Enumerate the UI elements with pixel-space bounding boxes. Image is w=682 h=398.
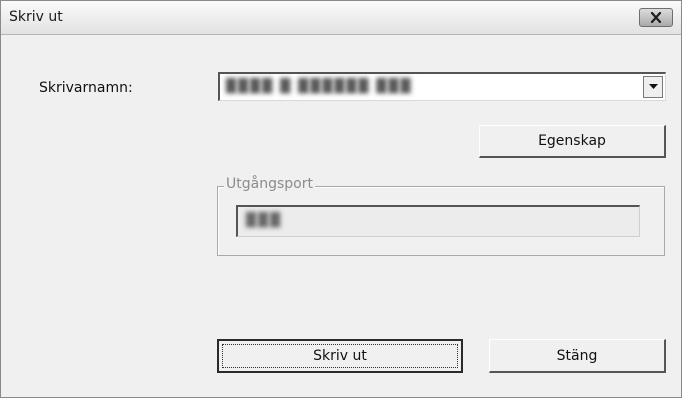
printer-name-value: ████ █ ██████ ███	[226, 79, 413, 94]
output-port-group: Utgångsport ███	[217, 176, 665, 256]
dropdown-toggle[interactable]	[643, 76, 663, 98]
window-title: Skriv ut	[9, 9, 63, 25]
output-port-legend: Utgångsport	[224, 176, 315, 192]
chevron-down-icon	[648, 84, 658, 89]
output-port-field: ███	[236, 205, 640, 237]
print-dialog: Skriv ut Skrivarnamn: ████ █ ██████ ███ …	[0, 0, 682, 398]
properties-button[interactable]: Egenskap	[479, 125, 666, 158]
printer-name-label: Skrivarnamn:	[39, 80, 133, 96]
close-button[interactable]: Stäng	[489, 339, 666, 373]
focus-rectangle	[222, 344, 458, 368]
close-x-icon	[650, 12, 662, 23]
printer-name-dropdown[interactable]: ████ █ ██████ ███	[218, 72, 666, 101]
print-button[interactable]: Skriv ut	[217, 339, 463, 373]
close-window-button[interactable]	[639, 8, 673, 27]
title-bar: Skriv ut	[1, 1, 681, 35]
output-port-value: ███	[246, 213, 282, 228]
